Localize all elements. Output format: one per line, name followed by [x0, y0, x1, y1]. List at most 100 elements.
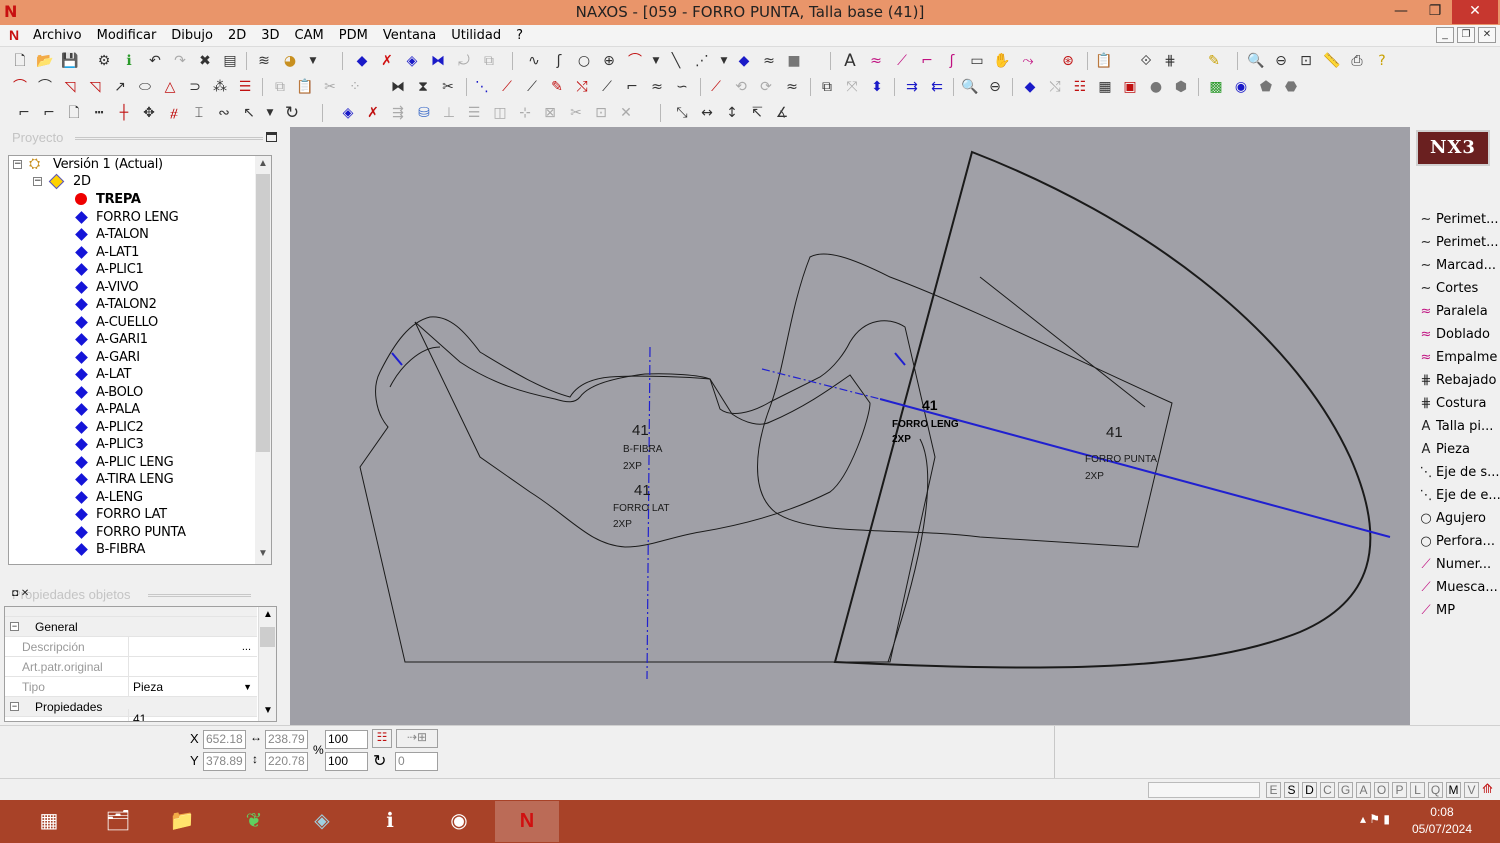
tool-agujero-13[interactable]: ○ Agujero	[1416, 509, 1500, 529]
table-icon[interactable]: ▦	[1095, 77, 1115, 97]
wave-4-icon[interactable]: ≈	[782, 77, 802, 97]
tool-perfora-14[interactable]: ○ Perfora...	[1416, 532, 1500, 552]
copy-icon[interactable]: ⧉	[270, 77, 290, 97]
rotate-icon[interactable]: ↻	[373, 751, 386, 771]
node-icon[interactable]: ◆	[734, 51, 754, 71]
info-icon[interactable]: ℹ	[119, 51, 139, 71]
arc-icon[interactable]: ⌒	[625, 51, 645, 71]
ellipse-icon[interactable]: ⬭	[135, 77, 155, 97]
spline-icon[interactable]: ∾	[214, 103, 234, 123]
collapse-icon[interactable]: −	[33, 177, 42, 186]
fill-icon[interactable]: ■	[784, 51, 804, 71]
mirror-v-icon[interactable]: ⧗	[413, 77, 433, 97]
tool-muesca-16[interactable]: ⟋ Muesca...	[1416, 578, 1500, 598]
tool-rebajado-7[interactable]: ⋕ Rebajado	[1416, 371, 1500, 391]
diagonal-dim-icon[interactable]: ⤡	[672, 103, 692, 123]
y-coordinate-field[interactable]: 378.89	[203, 752, 246, 771]
status-key-o[interactable]: O	[1374, 782, 1389, 798]
tool-numer-15[interactable]: ⟋ Numer...	[1416, 555, 1500, 575]
copy-piece-icon[interactable]: ◈	[402, 51, 422, 71]
scale-icon[interactable]: ⤧	[842, 77, 862, 97]
angle-field[interactable]: 0	[395, 752, 438, 771]
save-icon[interactable]: 💾	[60, 51, 80, 71]
tool-perimet-0[interactable]: ∼ Perimet...	[1416, 210, 1500, 230]
grid-icon[interactable]: ☰	[235, 77, 255, 97]
props-general-category[interactable]: − General	[5, 617, 257, 637]
hash-icon[interactable]: ⧣	[164, 103, 184, 123]
arc-tool-2-icon[interactable]: ⌒	[35, 77, 55, 97]
stack-piece-icon[interactable]: ⧉	[479, 51, 499, 71]
line-icon[interactable]: ╲	[666, 51, 686, 71]
ruler-icon[interactable]: 📏	[1322, 51, 1342, 71]
drawing-canvas[interactable]: 41 B-FIBRA 2XP 41 FORRO LAT 2XP 41 FORRO…	[290, 127, 1410, 725]
x-coordinate-field[interactable]: 652.18	[203, 730, 246, 749]
wave-2-icon[interactable]: ≈	[647, 77, 667, 97]
refresh-icon[interactable]: ↻	[282, 103, 302, 123]
system-tray[interactable]: ▴ ⚑ ▮	[1360, 812, 1390, 826]
collapse-icon[interactable]: −	[13, 160, 22, 169]
cross-icon[interactable]: ┼	[114, 103, 134, 123]
corner-2-icon[interactable]: ◹	[85, 77, 105, 97]
tool-talla-pi-9[interactable]: A Talla pi...	[1416, 417, 1500, 437]
database-icon[interactable]: ⛁	[414, 103, 434, 123]
zoom-icon[interactable]: 🔍	[1246, 51, 1266, 71]
chrome-icon[interactable]: ◉	[427, 801, 491, 842]
anchor-icon[interactable]: ⊥	[439, 103, 459, 123]
width-field[interactable]: 238.79	[265, 730, 308, 749]
green-app-icon[interactable]: ❦	[222, 801, 286, 842]
descripcion-browse-button[interactable]: ...	[242, 637, 251, 657]
tree-scrollbar[interactable]: ▲ ▼	[255, 156, 271, 564]
scale-lock-icon[interactable]: ☷	[372, 729, 392, 748]
horizontal-dim-icon[interactable]: ↔	[697, 103, 717, 123]
tool-mp-17[interactable]: ⟋ MP	[1416, 601, 1500, 621]
status-key-m[interactable]: M	[1446, 782, 1461, 798]
panel-buttons[interactable]: ◘ ✕	[12, 588, 277, 599]
cut-line-icon[interactable]: ⟋	[892, 51, 912, 71]
corner-line-icon[interactable]: ⌐	[14, 103, 34, 123]
cut-2-icon[interactable]: ✂	[566, 103, 586, 123]
notebook-icon[interactable]: ◈	[290, 801, 354, 842]
zoom-in-2-icon[interactable]: 🔍	[960, 77, 980, 97]
menu-cam[interactable]: CAM	[295, 28, 324, 43]
bracket-icon[interactable]: ⌶	[189, 103, 209, 123]
palette-dropdown-icon[interactable]: ▼	[303, 51, 323, 71]
rotate-left-icon[interactable]: ⟲	[731, 77, 751, 97]
stitch-icon[interactable]: ⋕	[1160, 51, 1180, 71]
new-file-icon[interactable]: 🗋	[10, 51, 30, 71]
rectangle-icon[interactable]: ▭	[967, 51, 987, 71]
globe-icon[interactable]: ◉	[1231, 77, 1251, 97]
corner-line-2-icon[interactable]: ⌐	[39, 103, 59, 123]
pin-icon[interactable]	[266, 132, 277, 142]
menu-help[interactable]: ?	[516, 28, 523, 43]
status-key-v[interactable]: V	[1464, 782, 1479, 798]
status-key-q[interactable]: Q	[1428, 782, 1443, 798]
blob-2-icon[interactable]: ⬢	[1171, 77, 1191, 97]
image-icon[interactable]: ▩	[1206, 77, 1226, 97]
tipo-select[interactable]: Pieza ▼	[128, 677, 255, 696]
piece-ops-icon[interactable]: ◈	[338, 103, 358, 123]
mdi-minimize-button[interactable]: _	[1436, 27, 1454, 43]
parallel-icon[interactable]: ≈	[866, 51, 886, 71]
print-icon[interactable]: ⎙	[1347, 51, 1367, 71]
align-icon[interactable]: ☷	[1070, 77, 1090, 97]
status-key-a[interactable]: A	[1356, 782, 1371, 798]
shape-2-icon[interactable]: ⊃	[185, 77, 205, 97]
settings-icon[interactable]: ⚙	[94, 51, 114, 71]
props-talla-row[interactable]: 41	[5, 709, 257, 721]
frame-icon[interactable]: ⊠	[540, 103, 560, 123]
3d-2-icon[interactable]: ⬣	[1281, 77, 1301, 97]
tool-marcad-2[interactable]: ∼ Marcad...	[1416, 256, 1500, 276]
zoom-out-icon[interactable]: ⊖	[1271, 51, 1291, 71]
status-key-g[interactable]: G	[1338, 782, 1353, 798]
window-icon[interactable]: ▣	[1120, 77, 1140, 97]
polyline-icon[interactable]: ⋰	[692, 51, 712, 71]
polyline-dropdown-icon[interactable]: ▼	[714, 51, 734, 71]
corner-icon[interactable]: ◹	[60, 77, 80, 97]
close-button[interactable]: ✕	[1452, 0, 1498, 24]
props-descripcion-row[interactable]: Descripción ...	[5, 637, 257, 657]
columns-icon[interactable]: ◫	[490, 103, 510, 123]
undo-icon[interactable]: ↶	[145, 51, 165, 71]
art-field[interactable]	[128, 657, 255, 676]
blob-icon[interactable]: ●	[1146, 77, 1166, 97]
tool-paralela-4[interactable]: ≈ Paralela	[1416, 302, 1500, 322]
